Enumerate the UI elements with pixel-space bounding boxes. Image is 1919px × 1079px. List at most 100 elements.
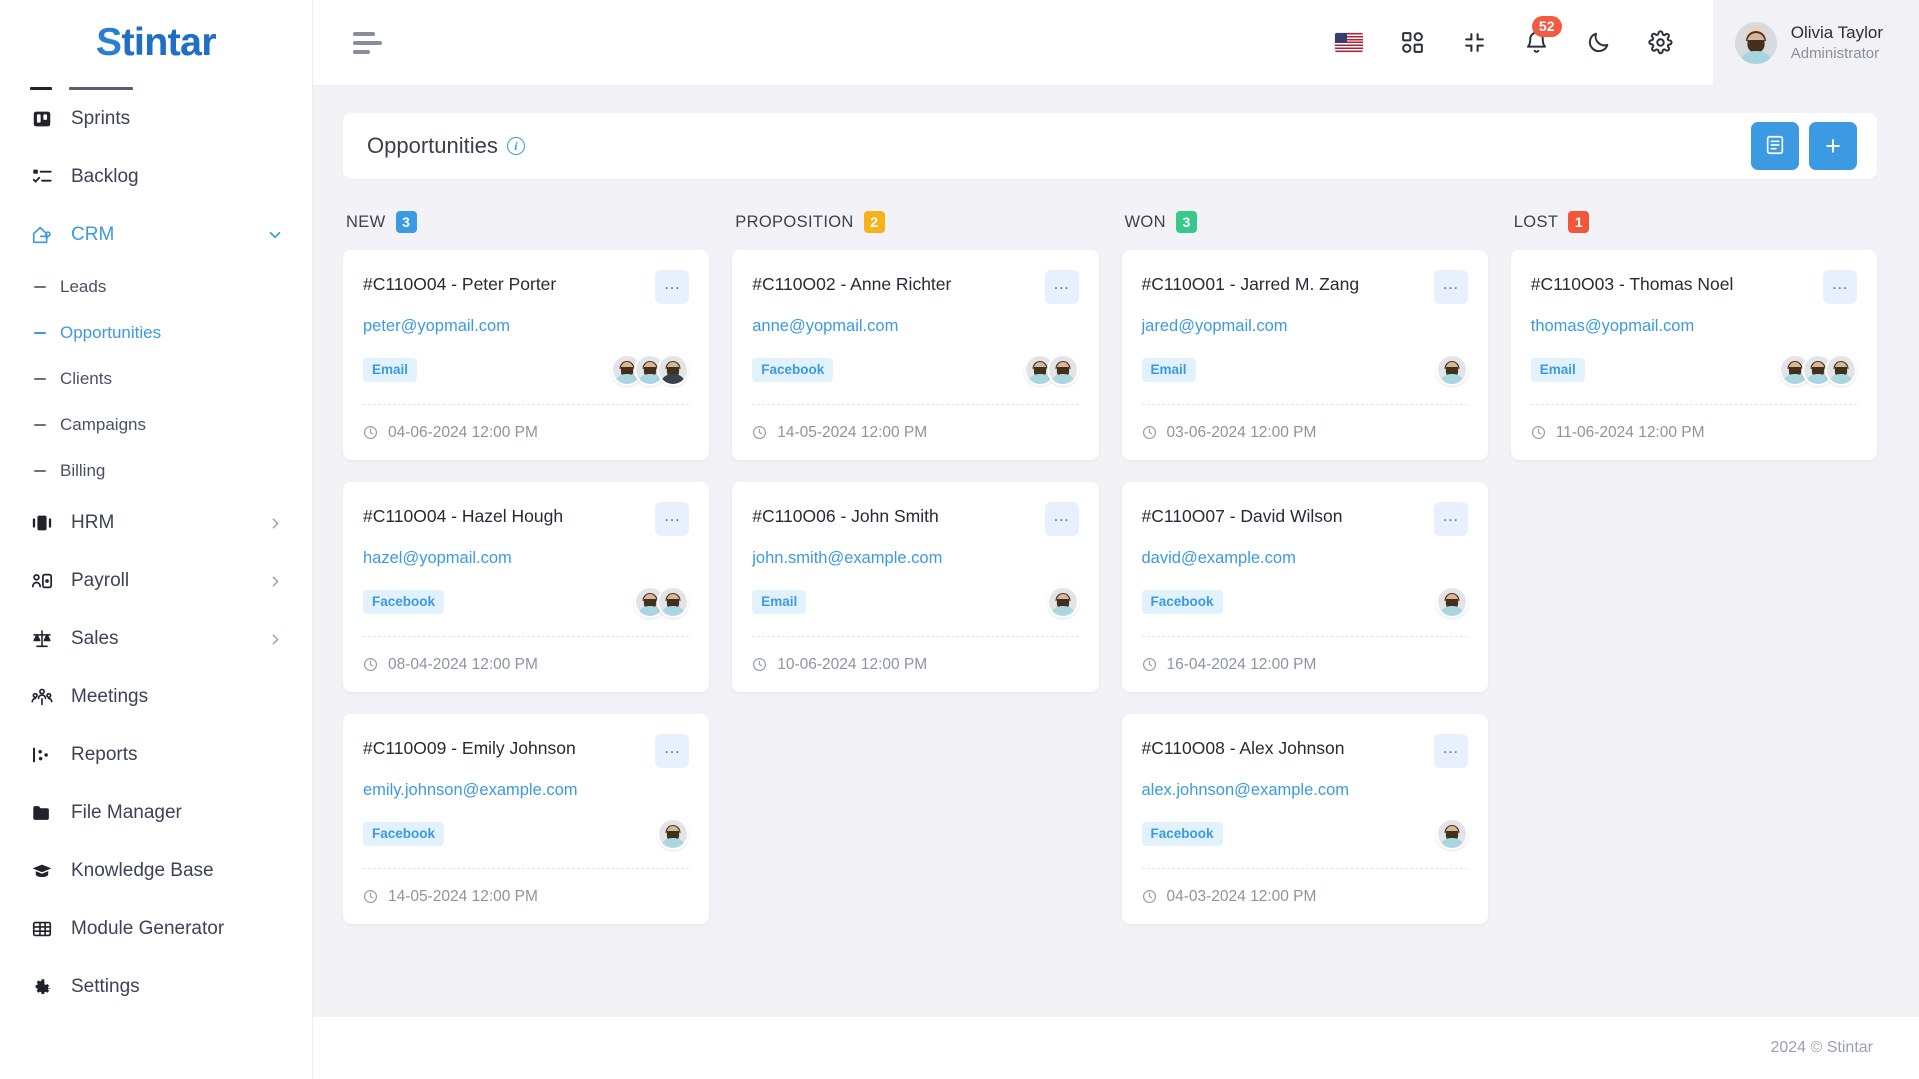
sidebar-item-billing[interactable]: Billing [0,448,312,494]
sidebar-item-meetings[interactable]: Meetings [0,668,312,726]
card-email-link[interactable]: thomas@yopmail.com [1531,317,1857,336]
assignee-avatars[interactable] [1023,354,1079,386]
source-tag: Email [752,590,807,614]
assignee-avatars[interactable] [1435,586,1468,618]
dash-icon [34,332,46,334]
opportunity-card[interactable]: #C110O08 - Alex Johnson ... alex.johnson… [1121,714,1488,924]
gear-icon[interactable] [1648,30,1673,55]
opportunity-card[interactable]: #C110O06 - John Smith ... john.smith@exa… [732,482,1099,692]
sidebar-item-sales[interactable]: Sales [0,610,312,668]
chevron-right-icon [267,515,284,532]
card-menu-button[interactable]: ... [655,734,690,768]
us-flag-icon[interactable] [1334,33,1363,52]
opportunity-card[interactable]: #C110O04 - Peter Porter ... peter@yopmai… [343,250,710,460]
opportunity-card[interactable]: #C110O07 - David Wilson ... david@exampl… [1121,482,1488,692]
assignee-avatars[interactable] [611,354,690,386]
card-menu-button[interactable]: ... [1044,502,1079,536]
sidebar-item-hrm[interactable]: HRM [0,494,312,552]
card-date: 11-06-2024 12:00 PM [1555,423,1705,441]
card-email-link[interactable]: emily.johnson@example.com [363,781,689,800]
card-footer: 10-06-2024 12:00 PM [752,636,1079,692]
card-menu-button[interactable]: ... [1433,502,1468,536]
card-menu-button[interactable]: ... [655,270,690,304]
sidebar-subitem-label: Billing [60,461,106,480]
profile-role: Administrator [1790,45,1880,62]
card-menu-button[interactable]: ... [1044,270,1079,304]
opportunity-card[interactable]: #C110O02 - Anne Richter ... anne@yopmail… [732,250,1099,460]
profile-menu[interactable]: Olivia Taylor Administrator [1712,0,1919,86]
brand-name: Stintar [95,21,216,65]
sidebar-item-leads[interactable]: Leads [0,264,312,310]
card-header: #C110O02 - Anne Richter ... [752,270,1079,304]
dash-icon [34,286,46,288]
assignee-avatars[interactable] [657,818,690,850]
sidebar-item-clients[interactable]: Clients [0,356,312,402]
sidebar-item-label: Settings [71,976,140,997]
sidebar-item-file-manager[interactable]: File Manager [0,784,312,842]
opportunity-card[interactable]: #C110O09 - Emily Johnson ... emily.johns… [343,714,710,924]
opportunity-card[interactable]: #C110O01 - Jarred M. Zang ... jared@yopm… [1121,250,1488,460]
card-menu-button[interactable]: ... [1433,734,1468,768]
card-email-link[interactable]: peter@yopmail.com [363,317,689,336]
sidebar-item-knowledge-base[interactable]: Knowledge Base [0,842,312,900]
card-email-link[interactable]: hazel@yopmail.com [363,549,689,568]
card-menu-button[interactable]: ... [1823,270,1857,304]
card-footer: 14-05-2024 12:00 PM [363,868,690,924]
card-meta: Facebook [752,353,1079,387]
column-count-badge: 2 [863,211,885,233]
sidebar-subitem-label: Leads [60,277,107,296]
card-date: 04-03-2024 12:00 PM [1166,887,1317,905]
sidebar-item-module-generator[interactable]: Module Generator [0,900,312,958]
card-title: #C110O01 - Jarred M. Zang [1141,274,1360,294]
card-email-link[interactable]: david@example.com [1142,549,1468,568]
card-email-link[interactable]: john.smith@example.com [752,549,1078,568]
sidebar-item-reports[interactable]: Reports [0,726,312,784]
sidebar-item-settings[interactable]: Settings [0,958,312,1016]
assignee-avatars[interactable] [634,586,690,618]
opportunity-card[interactable]: #C110O04 - Hazel Hough ... hazel@yopmail… [343,482,710,692]
hamburger-icon[interactable] [353,31,382,54]
sidebar-item-opportunities[interactable]: Opportunities [0,310,312,356]
sidebar-item-label: Meetings [71,686,149,707]
card-email-link[interactable]: anne@yopmail.com [752,317,1078,336]
sidebar-nav: Sprints Backlog CRM Leads Opportunities … [0,86,312,1079]
avatar [1046,586,1079,618]
card-header: #C110O09 - Emily Johnson ... [363,734,690,768]
card-email-link[interactable]: alex.johnson@example.com [1142,781,1468,800]
dash-icon [34,378,46,380]
collapse-fullscreen-icon[interactable] [1462,30,1487,55]
assignee-avatars[interactable] [1046,586,1079,618]
brand-logo[interactable]: Stintar [0,0,312,86]
sidebar-item-crm[interactable]: CRM [0,206,312,264]
column-title: WON [1124,212,1166,231]
moon-icon[interactable] [1586,30,1611,55]
sidebar-item-payroll[interactable]: Payroll [0,552,312,610]
assignee-avatars[interactable] [1435,818,1468,850]
bell-icon[interactable]: 52 [1524,16,1562,55]
opportunity-card[interactable]: #C110O03 - Thomas Noel ... thomas@yopmai… [1510,250,1877,460]
brand-initial: S [95,21,123,64]
clock-icon [1142,425,1157,440]
list-view-button[interactable] [1751,122,1799,170]
apps-grid-icon[interactable] [1400,30,1425,55]
card-title: #C110O04 - Hazel Hough [363,506,564,526]
sidebar: Stintar Sprints Backlog CRM Leads Opport… [0,0,313,1079]
card-date: 14-05-2024 12:00 PM [388,887,538,905]
sidebar-item-campaigns[interactable]: Campaigns [0,402,312,448]
card-meta: Email [752,585,1079,619]
sidebar-item-backlog[interactable]: Backlog [0,148,312,206]
column-cards: #C110O04 - Peter Porter ... peter@yopmai… [343,250,710,924]
avatar [657,354,690,386]
assignee-avatars[interactable] [1779,354,1857,386]
info-icon[interactable]: i [506,137,525,155]
avatar [1435,586,1468,618]
card-menu-button[interactable]: ... [655,502,690,536]
sidebar-item-sprints[interactable]: Sprints [0,90,312,148]
avatar [657,586,690,618]
card-email-link[interactable]: jared@yopmail.com [1142,317,1468,336]
card-date: 03-06-2024 12:00 PM [1166,423,1317,441]
add-opportunity-button[interactable]: + [1809,122,1857,170]
sidebar-item-label: Payroll [71,570,130,591]
assignee-avatars[interactable] [1435,354,1468,386]
card-menu-button[interactable]: ... [1433,270,1468,304]
